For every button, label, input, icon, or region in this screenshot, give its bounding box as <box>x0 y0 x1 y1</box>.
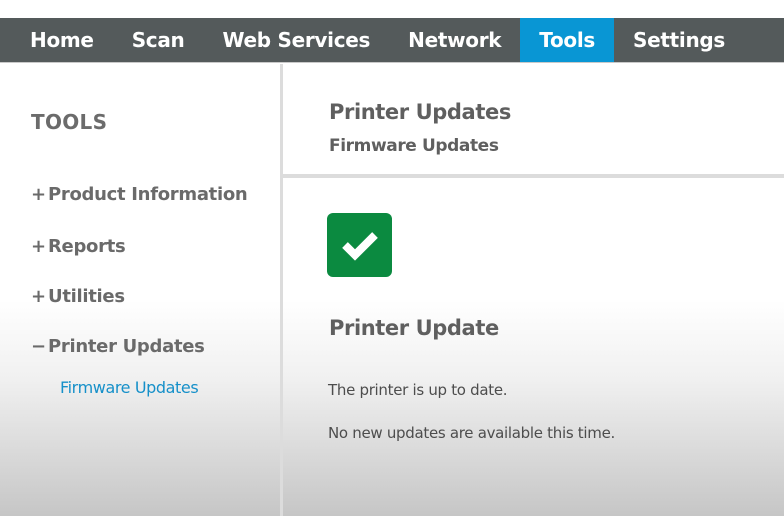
page-subtitle: Firmware Updates <box>329 136 499 156</box>
sidebar-title: TOOLS <box>31 110 108 134</box>
vertical-divider <box>280 64 283 516</box>
status-message: The printer is up to date. <box>328 381 508 399</box>
expand-plus-icon: + <box>31 236 46 257</box>
main-navigation: Home Scan Web Services Network Tools Set… <box>0 18 784 63</box>
sidebar-item-label: Product Information <box>48 184 248 205</box>
nav-tab-network[interactable]: Network <box>389 18 520 62</box>
section-title: Printer Update <box>329 316 499 340</box>
nav-tab-web-services[interactable]: Web Services <box>203 18 389 62</box>
sidebar-item-label: Printer Updates <box>48 336 205 357</box>
horizontal-divider <box>283 174 784 178</box>
nav-tab-home[interactable]: Home <box>0 18 113 62</box>
status-detail-message: No new updates are available this time. <box>328 424 615 442</box>
expand-plus-icon: + <box>31 184 46 205</box>
sidebar-item-label: Utilities <box>48 286 125 307</box>
checkmark-icon <box>327 213 392 277</box>
sidebar-item-product-information[interactable]: + Product Information <box>31 184 248 205</box>
sidebar-subitem-firmware-updates[interactable]: Firmware Updates <box>60 378 199 397</box>
nav-tab-tools[interactable]: Tools <box>520 18 615 62</box>
expand-plus-icon: + <box>31 286 46 307</box>
nav-tab-scan[interactable]: Scan <box>113 18 204 62</box>
sidebar-item-reports[interactable]: + Reports <box>31 236 126 257</box>
sidebar-item-printer-updates[interactable]: − Printer Updates <box>31 336 205 357</box>
sidebar: TOOLS + Product Information + Reports + … <box>0 64 281 516</box>
page-title: Printer Updates <box>329 100 511 124</box>
collapse-minus-icon: − <box>31 336 46 357</box>
nav-tab-settings[interactable]: Settings <box>614 18 744 62</box>
sidebar-item-utilities[interactable]: + Utilities <box>31 286 125 307</box>
top-strip <box>0 0 784 18</box>
sidebar-item-label: Reports <box>48 236 126 257</box>
